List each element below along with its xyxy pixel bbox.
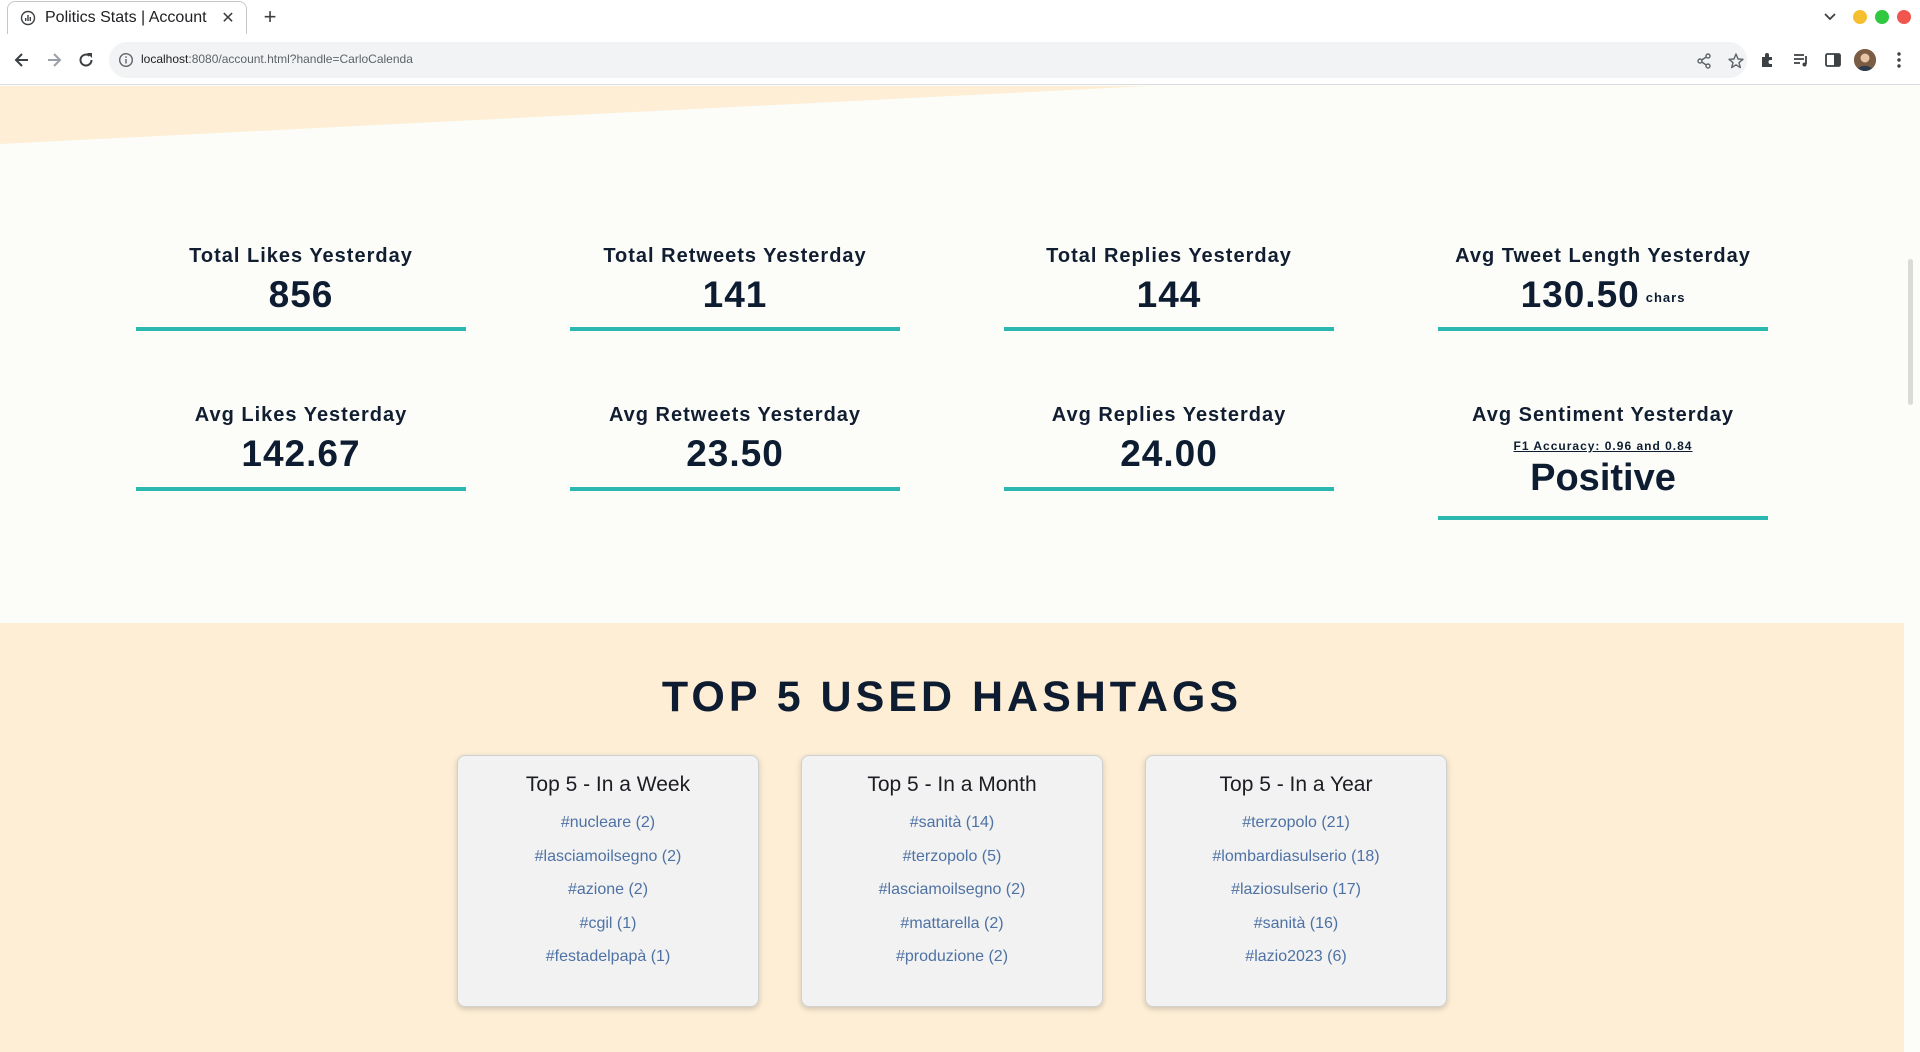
tab-strip: Politics Stats | Account ✕ + bbox=[0, 0, 1920, 34]
stat-label: Avg Replies Yesterday bbox=[1051, 404, 1287, 426]
chart-favicon-icon bbox=[20, 10, 36, 26]
hashtag-item[interactable]: #nucleare (2) bbox=[458, 806, 758, 840]
stat-label: Avg Tweet Length Yesterday bbox=[1455, 245, 1751, 267]
hashtag-list: #nucleare (2) #lasciamoilsegno (2) #azio… bbox=[458, 806, 758, 974]
hashtag-item[interactable]: #sanità (14) bbox=[802, 806, 1102, 840]
stat-underline bbox=[1004, 327, 1334, 331]
new-tab-button[interactable]: + bbox=[258, 4, 282, 29]
stat-underline bbox=[1004, 487, 1334, 491]
stat-avg-sentiment: Avg Sentiment Yesterday F1 Accuracy: 0.9… bbox=[1438, 404, 1768, 520]
stat-total-retweets: Total Retweets Yesterday 141 bbox=[570, 245, 900, 331]
tab-title: Politics Stats | Account bbox=[45, 9, 207, 26]
side-panel-icon[interactable] bbox=[1821, 48, 1845, 72]
address-bar[interactable]: localhost:8080/account.html?handle=Carlo… bbox=[109, 42, 1747, 78]
url-text[interactable]: localhost:8080/account.html?handle=Carlo… bbox=[141, 52, 413, 66]
stat-label: Total Retweets Yesterday bbox=[603, 245, 867, 267]
hashtag-list: #sanità (14) #terzopolo (5) #lasciamoils… bbox=[802, 806, 1102, 974]
stat-total-replies: Total Replies Yesterday 144 bbox=[1004, 245, 1334, 331]
stat-total-likes: Total Likes Yesterday 856 bbox=[136, 245, 466, 331]
stat-value: 24.00 bbox=[1120, 433, 1218, 474]
section-title: TOP 5 USED HASHTAGS bbox=[661, 673, 1243, 721]
stat-value: 141 bbox=[702, 274, 768, 315]
stat-underline bbox=[570, 487, 900, 491]
hashtag-item[interactable]: #mattarella (2) bbox=[802, 907, 1102, 941]
stat-underline bbox=[570, 327, 900, 331]
sentiment-value: Positive bbox=[1530, 457, 1676, 499]
site-info-icon[interactable] bbox=[118, 52, 134, 68]
hashtag-item[interactable]: #sanità (16) bbox=[1146, 907, 1446, 941]
forward-button[interactable] bbox=[41, 47, 67, 73]
reload-button[interactable] bbox=[73, 47, 99, 73]
stat-label: Avg Likes Yesterday bbox=[194, 404, 408, 426]
media-queue-icon[interactable] bbox=[1789, 48, 1813, 72]
hashtag-list: #terzopolo (21) #lombardiasulserio (18) … bbox=[1146, 806, 1446, 974]
page-content: Total Likes Yesterday 856 Total Retweets… bbox=[0, 86, 1920, 1052]
browser-toolbar: localhost:8080/account.html?handle=Carlo… bbox=[0, 34, 1920, 85]
stat-value: 856 bbox=[268, 274, 334, 315]
browser-tab[interactable]: Politics Stats | Account ✕ bbox=[7, 1, 247, 34]
hashtag-item[interactable]: #lasciamoilsegno (2) bbox=[802, 873, 1102, 907]
url-path: :8080/account.html?handle=CarloCalenda bbox=[188, 52, 413, 66]
url-host: localhost bbox=[141, 52, 189, 66]
maximize-window-button[interactable] bbox=[1875, 10, 1889, 24]
hashtag-item[interactable]: #lombardiasulserio (18) bbox=[1146, 840, 1446, 874]
card-title: Top 5 - In a Week bbox=[525, 773, 691, 796]
hashtag-card-year: Top 5 - In a Year #terzopolo (21) #lomba… bbox=[1145, 755, 1447, 1007]
stat-value: 144 bbox=[1136, 274, 1202, 315]
stat-label: Total Replies Yesterday bbox=[1046, 245, 1292, 267]
f1-accuracy-link[interactable]: F1 Accuracy: 0.96 and 0.84 bbox=[1514, 439, 1693, 453]
stat-value: 142.67 bbox=[241, 433, 361, 474]
hashtags-section: TOP 5 USED HASHTAGS Top 5 - In a Week #n… bbox=[0, 623, 1904, 1052]
stat-avg-tweet-length: Avg Tweet Length Yesterday 130.50 chars bbox=[1438, 245, 1768, 331]
hashtag-item[interactable]: #lasciamoilsegno (2) bbox=[458, 840, 758, 874]
hashtag-card-week: Top 5 - In a Week #nucleare (2) #lasciam… bbox=[457, 755, 759, 1007]
hashtag-item[interactable]: #terzopolo (5) bbox=[802, 840, 1102, 874]
decorative-wedge bbox=[0, 86, 1150, 144]
chevron-down-icon[interactable] bbox=[1818, 6, 1842, 28]
hashtag-item[interactable]: #laziosulserio (17) bbox=[1146, 873, 1446, 907]
stat-label: Avg Retweets Yesterday bbox=[608, 404, 862, 426]
share-icon[interactable] bbox=[1694, 51, 1714, 71]
browser-menu-icon[interactable] bbox=[1887, 48, 1911, 72]
card-title: Top 5 - In a Year bbox=[1219, 773, 1373, 796]
stat-underline bbox=[136, 487, 466, 491]
hashtag-item[interactable]: #lazio2023 (6) bbox=[1146, 940, 1446, 974]
stat-avg-likes: Avg Likes Yesterday 142.67 bbox=[136, 404, 466, 491]
hashtag-item[interactable]: #terzopolo (21) bbox=[1146, 806, 1446, 840]
stat-label: Avg Sentiment Yesterday bbox=[1472, 404, 1734, 426]
hashtag-item[interactable]: #produzione (2) bbox=[802, 940, 1102, 974]
stat-value: 23.50 bbox=[686, 433, 784, 474]
minimize-window-button[interactable] bbox=[1853, 10, 1867, 24]
close-tab-icon[interactable]: ✕ bbox=[218, 8, 238, 28]
close-window-button[interactable] bbox=[1897, 10, 1911, 24]
hashtag-item[interactable]: #festadelpapà (1) bbox=[458, 940, 758, 974]
stat-label: Total Likes Yesterday bbox=[189, 245, 413, 267]
scrollbar-thumb[interactable] bbox=[1908, 259, 1913, 405]
stat-value-wrap: 130.50 chars bbox=[1438, 274, 1768, 316]
stat-underline bbox=[1438, 516, 1768, 520]
stat-value: 130.50 bbox=[1520, 274, 1640, 315]
stat-avg-replies: Avg Replies Yesterday 24.00 bbox=[1004, 404, 1334, 491]
stat-avg-retweets: Avg Retweets Yesterday 23.50 bbox=[570, 404, 900, 491]
stat-underline bbox=[136, 327, 466, 331]
stat-underline bbox=[1438, 327, 1768, 331]
hashtag-card-month: Top 5 - In a Month #sanità (14) #terzopo… bbox=[801, 755, 1103, 1007]
bookmark-star-icon[interactable] bbox=[1726, 51, 1746, 71]
card-title: Top 5 - In a Month bbox=[867, 773, 1037, 796]
stat-unit: chars bbox=[1645, 289, 1686, 305]
hashtag-item[interactable]: #cgil (1) bbox=[458, 907, 758, 941]
back-button[interactable] bbox=[9, 47, 35, 73]
profile-avatar[interactable] bbox=[1854, 49, 1876, 71]
extensions-puzzle-icon[interactable] bbox=[1756, 48, 1780, 72]
hashtag-item[interactable]: #azione (2) bbox=[458, 873, 758, 907]
